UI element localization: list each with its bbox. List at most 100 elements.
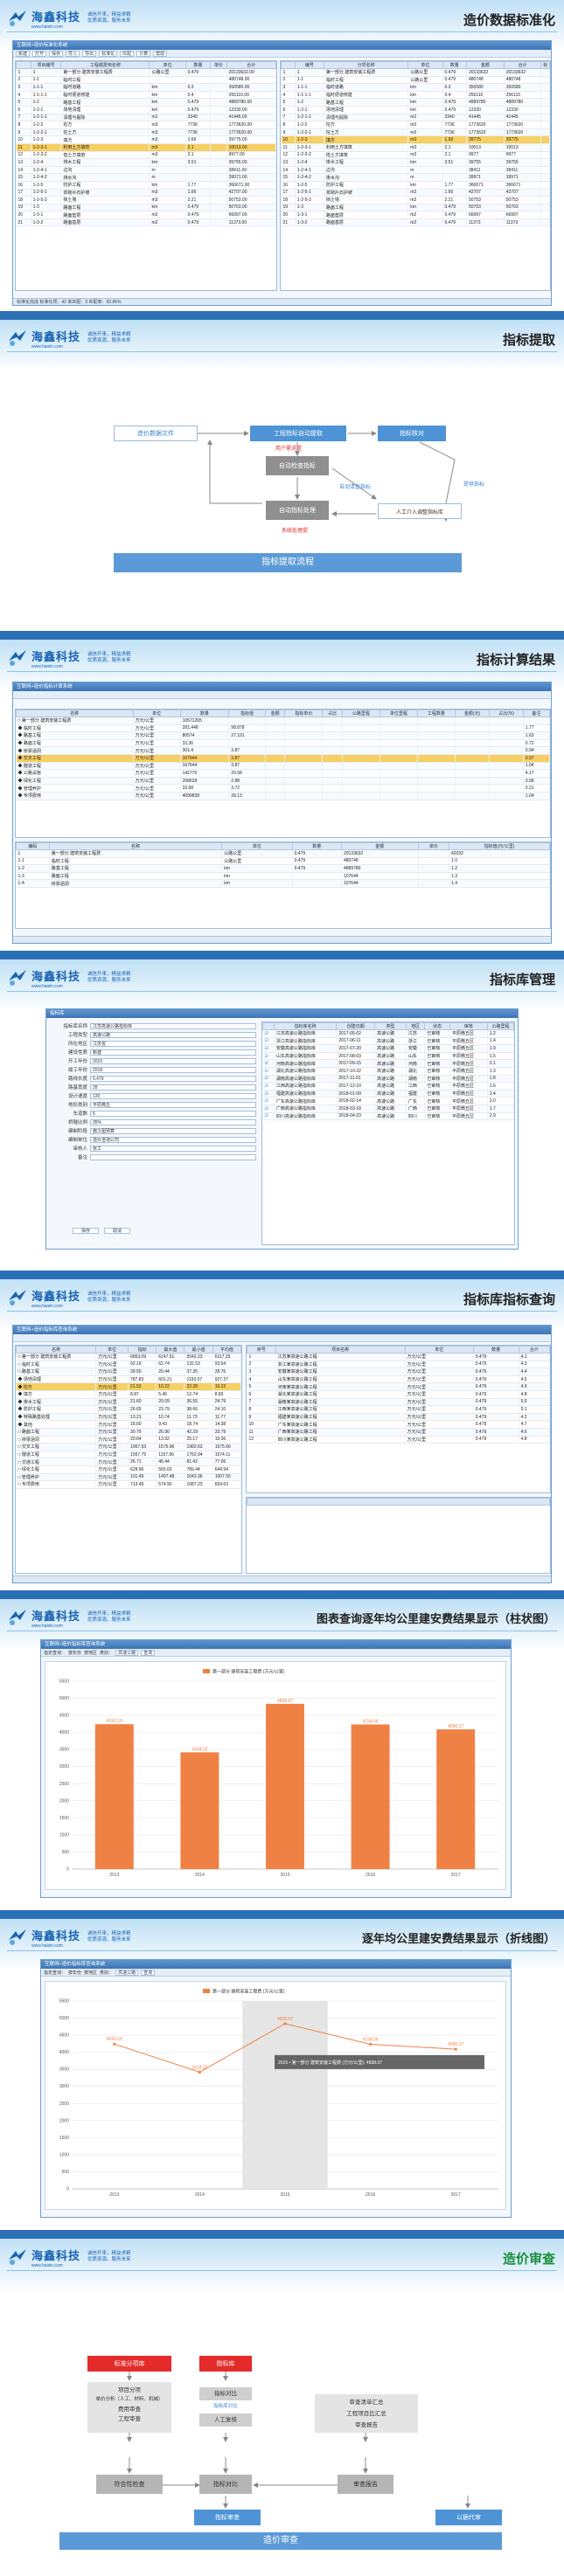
table-row[interactable]: 6 1-2-1 场地清理 km 0.479 12330 12330 [281,106,550,114]
column-header[interactable]: 最大值 [156,1346,185,1354]
toolbar-button[interactable]: 标准化 [99,51,118,57]
table-row[interactable]: 4 山东某高速公路工程 万元/公里 0.479 4.5 [247,1375,550,1384]
table-row[interactable]: ☑ 江西高速公路指标库 2017-12-10 高速公路 江西 已审核 平原微丘区 1.6 [262,1082,514,1091]
table-row[interactable]: ☑ 湖北高速公路指标库 2017-10-22 高速公路 湖北 已审核 平原微丘区 1.3 [262,1067,514,1076]
column-header[interactable]: 金额 [465,61,505,69]
table-row[interactable]: 16 1-2-5 防护工程 km 1.77 366671 366671 [281,181,550,190]
table-row[interactable]: 1-2 路基工程 km 0.479 4889780 1.2 [16,864,550,873]
table-row[interactable]: ☑ 湖南高速公路指标库 2017-11-01 高速公路 湖南 已审核 平原微丘区 1.8 [262,1075,514,1084]
column-header[interactable]: 单位 [404,1346,474,1354]
column-header[interactable]: 合计 [518,1346,550,1354]
toolbar-button[interactable]: 计算 [136,51,151,57]
column-header[interactable]: 项目编号 [30,61,62,69]
table-row[interactable]: 15 1-2-4-2 排水沟 m 39971 39971 [281,173,550,182]
table-row[interactable]: 13 1-2-4 排水工程 km 3.51 39755 39755 [281,158,550,167]
table-row[interactable]: 5 1-2 路基工程 km 0.479 4889780.00 [16,98,276,107]
column-header[interactable]: 占比 [322,710,343,717]
table-row[interactable]: 3 安徽某高速公路工程 万元/公里 0.479 4.4 [247,1368,550,1376]
table-row[interactable]: 4 1-1-1-1 临时便道修建 km 0.4 256110.00 [16,91,276,100]
radio-year[interactable]: 按年份 [68,1650,81,1656]
column-header[interactable]: 序号 [247,1346,276,1354]
form-input[interactable]: 120 [90,1092,256,1099]
table-row[interactable]: 8 江西某高速公路工程 万元/公里 0.479 5.1 [247,1405,550,1414]
table-row[interactable]: □ 隧道工程 万元/公里 1557.75 1157.96 1762.94 1574.11 [16,1451,241,1459]
form-input[interactable]: 新建 [90,1049,256,1056]
table-row[interactable]: 1-1 临时工程 公路公里 0.479 480748 1.0 [16,857,550,866]
table-row[interactable]: 1-3 路面工程 km 107644 1.3 [16,872,550,881]
radio-region[interactable]: 按地区 [84,1970,97,1976]
table-row[interactable]: 12 1-2-3-2 借土方填筑 m3 2.1 9977 9977 [281,151,550,160]
cancel-button[interactable]: 取消 [104,1228,130,1234]
table-row[interactable]: 20 1-3-1 路面垫层 m2 0.479 66997 66997 [281,211,550,219]
table-row[interactable]: ☑ 安徽高速公路指标库 2017-07-20 高速公路 安徽 已审核 平原微丘区 1.9 [262,1044,514,1053]
table-row[interactable]: 13 1-2-4 排水工程 km 3.51 39755.00 [16,158,276,167]
column-header[interactable]: 单位 [132,710,181,717]
table-row[interactable]: 5 河南某高速公路工程 万元/公里 0.479 4.9 [247,1382,550,1391]
table-row[interactable]: ◆ 防护工程 万元/公里 26.65 23.79 38.66 24.10 [16,1405,241,1414]
row-checkbox[interactable]: ☑ [265,1038,268,1043]
form-input[interactable]: 高速公路 [90,1031,256,1038]
row-checkbox[interactable]: ☑ [265,1031,268,1036]
column-header[interactable]: 地区 [405,1022,426,1030]
table-row[interactable]: 1 1 第一部分 建筑安装工程费 公路公里 0.479 20133632.00 [16,68,276,77]
table-row[interactable]: ☑ 河南高速公路指标库 2017-09-15 高速公路 河南 已审核 平原微丘区 2.1 [262,1059,514,1068]
row-checkbox[interactable]: ☑ [265,1113,268,1118]
column-header[interactable]: 数量 [442,61,467,69]
table-row[interactable]: ☑ 广东高速公路指标库 2018-02-14 高速公路 广东 已审核 平原微丘区 2.0 [262,1097,514,1105]
table-row[interactable]: 16 1-2-5 防护工程 km 1.77 366671.00 [16,181,276,190]
form-input[interactable]: 平原微丘 [90,1101,256,1108]
row-checkbox[interactable]: ☑ [265,1106,268,1111]
form-input[interactable] [90,1153,256,1160]
form-input[interactable]: 2015 [90,1057,256,1064]
table-row[interactable]: 7 湖南某高速公路工程 万元/公里 0.479 5.6 [247,1398,550,1407]
table-row[interactable]: 10 广东某高速公路工程 万元/公里 0.479 4.7 [247,1420,550,1429]
column-header[interactable]: 状态 [424,1022,450,1030]
table-row[interactable]: ◆ 特殊路基处理 万元/公里 13.21 10.74 11.73 11.77 [16,1413,241,1422]
column-header[interactable]: 金额 [340,842,419,850]
form-input[interactable]: 35% [90,1118,256,1125]
table-row[interactable]: 19 1-3 路面工程 km 0.479 50763 50763 [281,204,550,212]
row-checkbox[interactable]: ☑ [265,1091,268,1097]
table-row[interactable]: 11 1-2-3-1 利用土方填筑 m3 2.1 10013 10013 [281,143,550,152]
column-header[interactable]: 名称 [48,842,223,850]
form-input[interactable]: 江苏高速公路指标库 [90,1022,256,1029]
column-header[interactable]: 占比(%) [489,710,524,717]
table-row[interactable]: 7 1-2-1-1 清理与掘除 m2 3340 41445.00 [16,114,276,122]
column-header[interactable]: 单位 [221,842,293,850]
column-header[interactable]: 金额 [264,710,286,717]
table-row[interactable]: 20 1-3-1 路面垫层 m2 0.479 66997.00 [16,211,276,219]
table-row[interactable]: ☑ 江苏高速公路指标库 2017-05-02 高速公路 江苏 已审核 平原微丘区 1.2 [262,1029,514,1038]
table-row[interactable]: 1-4 桥梁涵洞 km 107644 1.4 [16,879,550,888]
column-header[interactable]: 单位 [149,61,186,69]
column-header[interactable]: 平均值 [212,1346,241,1354]
table-row[interactable]: ◆ 挖方 万元/公里 21.53 10.22 22.28 19.22 [16,1382,241,1391]
toolbar-button[interactable]: 打开 [32,51,47,57]
form-input[interactable]: 6 [90,1110,256,1117]
column-header[interactable]: 单价 [417,842,450,850]
column-header[interactable]: 指标 [128,1346,157,1354]
table-row[interactable]: 1 江苏某高速公路工程 万元/公里 0.479 4.1 [247,1353,550,1361]
table-row[interactable]: ◆ 桥梁涵洞 万元/公里 301,4 3.87 0.94 [16,746,550,755]
toolbar-button[interactable]: 匹配 [120,51,135,57]
column-header[interactable]: 审核 [449,1022,488,1030]
column-header[interactable]: 名称 [16,1346,97,1354]
column-header[interactable] [16,61,31,69]
column-header[interactable]: 数量 [291,842,342,850]
table-row[interactable]: 8 1-2-2 挖方 m3 7736 1773620.00 [16,121,276,129]
form-input[interactable]: 张工 [90,1145,256,1152]
table-row[interactable]: 21 1-3-2 路面基层 m2 0.479 11373.00 [16,218,276,227]
query-button[interactable]: 查询 [141,1650,156,1656]
column-header[interactable]: 公路里程 [486,1022,514,1030]
table-row[interactable]: 6 1-2-1 场地清理 km 0.479 12330.00 [16,106,276,114]
column-header[interactable]: 指标库名称 [273,1022,338,1030]
table-row[interactable]: 14 1-2-4-1 边沟 m 38411.00 [16,166,276,175]
row-checkbox[interactable]: ☑ [265,1061,268,1066]
table-row[interactable]: □ 第一部分 建筑安装工程费 万元/公里 6853.09 6147.51 5542.23… [16,1353,241,1361]
table-row[interactable]: ◆ 排水工程 万元/公里 21.60 20.09 36.55 24.79 [16,1398,241,1407]
toolbar-button[interactable]: 帮助 [153,51,168,57]
table-row[interactable]: ◆ 专项费用 万元/公里 4099828 39.13 1.04 [16,792,550,800]
table-row[interactable]: 1 1 第一部分 建筑安装工程费 公路公里 0.479 20133632 20133632 [281,68,550,77]
table-row[interactable]: ◆ 其他 万元/公里 18.60 9.43 18.74 14.38 [16,1420,241,1429]
table-row[interactable]: 11 1-2-3-1 利用土方填筑 m3 2.1 10013.00 [16,143,276,152]
toolbar-button[interactable]: 新建 [16,51,31,57]
